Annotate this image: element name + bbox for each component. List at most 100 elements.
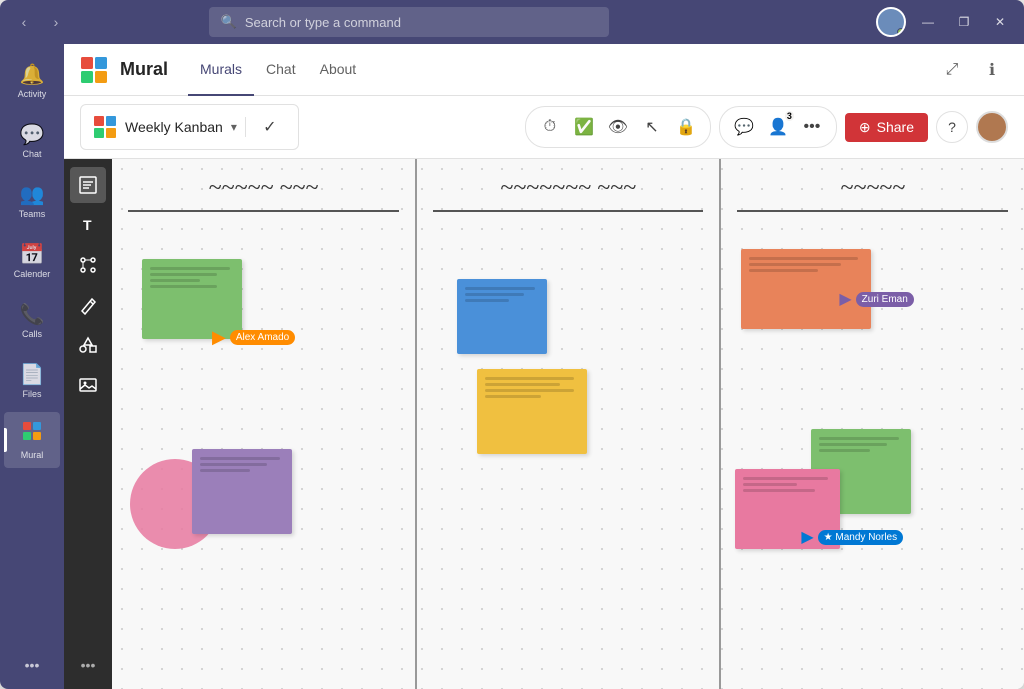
user-avatar[interactable]	[876, 7, 906, 37]
calendar-icon: 📅	[20, 242, 45, 267]
maximize-button[interactable]: ❐	[950, 8, 978, 36]
timer-tool[interactable]: ⏱	[534, 111, 566, 143]
calls-label: Calls	[22, 329, 42, 339]
canvas[interactable]: ~~~~~ ~~~ ▶	[112, 159, 1024, 689]
tools-more-button[interactable]: •••	[73, 649, 104, 681]
sidebar-item-files[interactable]: 📄 Files	[4, 352, 60, 408]
lock-tool[interactable]: 🔒	[670, 111, 702, 143]
sticky-line	[200, 457, 280, 460]
back-button[interactable]: ‹	[10, 8, 38, 36]
activity-icon: 🔔	[20, 62, 45, 87]
expand-icon[interactable]: ⤢	[936, 54, 968, 86]
alex-user-tag: Alex Amado	[230, 330, 295, 345]
sticky-line	[200, 463, 267, 466]
app-nav: Murals Chat About	[188, 44, 368, 96]
user-count: 3	[785, 111, 794, 121]
title-bar: ‹ › 🔍 Search or type a command — ❐ ✕	[0, 0, 1024, 44]
users-group-container: 👤 3	[762, 111, 794, 143]
cursor-mandy: ▶ ★ Mandy Norles	[801, 527, 903, 547]
connector-tool[interactable]	[70, 247, 106, 283]
kanban-col-1: ~~~~~ ~~~ ▶	[112, 159, 417, 689]
sticky-note-tool[interactable]	[70, 167, 106, 203]
canvas-tools: T •••	[64, 159, 112, 689]
help-button[interactable]: ?	[936, 111, 968, 143]
col-1-underline	[128, 210, 399, 212]
sticky-line	[743, 477, 828, 480]
close-button[interactable]: ✕	[986, 8, 1014, 36]
current-user-avatar[interactable]	[976, 111, 1008, 143]
sticky-line	[485, 389, 574, 392]
calendar-label: Calender	[14, 269, 51, 279]
chat-icon: 💬	[20, 122, 45, 147]
sidebar-item-chat[interactable]: 💬 Chat	[4, 112, 60, 168]
sticky-line	[819, 437, 899, 440]
files-label: Files	[22, 389, 41, 399]
share-label: Share	[877, 119, 914, 135]
sidebar-more-button[interactable]: •••	[17, 649, 48, 681]
sticky-line	[150, 267, 230, 270]
share-button[interactable]: ⊕ Share	[845, 113, 928, 142]
sticky-purple-1[interactable]	[192, 449, 292, 534]
toolbar: Weekly Kanban ▾ ✓ ⏱ ✅ 👁 ↖ 🔒 💬 👤	[64, 96, 1024, 159]
sticky-blue-1[interactable]	[457, 279, 547, 354]
view-tool[interactable]: 👁	[602, 111, 634, 143]
toolbar-divider-1	[245, 117, 246, 137]
sidebar-item-activity[interactable]: 🔔 Activity	[4, 52, 60, 108]
sticky-line	[485, 395, 541, 398]
sticky-line	[485, 383, 560, 386]
chat-label: Chat	[22, 149, 41, 159]
task-tool[interactable]: ✅	[568, 111, 600, 143]
mandy-user-tag: ★ Mandy Norles	[818, 530, 903, 545]
col-1-title: ~~~~~ ~~~	[112, 175, 415, 202]
comment-tool[interactable]: 💬	[728, 111, 760, 143]
sticky-line	[743, 483, 796, 486]
sticky-yellow-1[interactable]	[477, 369, 587, 454]
shapes-tool[interactable]	[70, 327, 106, 363]
avatar-status	[897, 28, 905, 36]
text-tool[interactable]: T	[70, 207, 106, 243]
board-dropdown-arrow[interactable]: ▾	[231, 120, 237, 134]
share-icon: ⊕	[859, 119, 871, 136]
app-header-right: ⤢ ℹ	[936, 54, 1008, 86]
minimize-button[interactable]: —	[914, 8, 942, 36]
cursor-tool[interactable]: ↖	[636, 111, 668, 143]
board-name: Weekly Kanban	[125, 119, 223, 135]
content-area: Mural Murals Chat About ⤢ ℹ	[64, 44, 1024, 689]
col-3-title: ~~~~~	[721, 175, 1024, 202]
board-action-icon[interactable]: ✓	[254, 111, 286, 143]
search-placeholder: Search or type a command	[245, 15, 401, 30]
pen-tool[interactable]	[70, 287, 106, 323]
tab-chat[interactable]: Chat	[254, 44, 308, 96]
calls-icon: 📞	[20, 302, 45, 327]
activity-label: Activity	[18, 89, 47, 99]
sidebar-item-calls[interactable]: 📞 Calls	[4, 292, 60, 348]
sticky-line	[749, 269, 817, 272]
search-bar[interactable]: 🔍 Search or type a command	[209, 7, 609, 37]
mural-app-logo	[80, 56, 108, 84]
tool-group-2: 💬 👤 3 •••	[719, 106, 837, 148]
cursor-alex: ▶ Alex Amado	[212, 327, 295, 348]
sidebar-item-teams[interactable]: 👥 Teams	[4, 172, 60, 228]
image-tool[interactable]	[70, 367, 106, 403]
canvas-wrapper: T •••	[64, 159, 1024, 689]
tool-group-1: ⏱ ✅ 👁 ↖ 🔒	[525, 106, 711, 148]
zuri-user-tag: Zuri Eman	[856, 292, 914, 307]
sticky-line	[150, 285, 217, 288]
sticky-line	[749, 257, 857, 260]
tab-murals[interactable]: Murals	[188, 44, 254, 96]
main-layout: 🔔 Activity 💬 Chat 👥 Teams 📅 Calender 📞 C…	[0, 44, 1024, 689]
info-icon[interactable]: ℹ	[976, 54, 1008, 86]
files-icon: 📄	[20, 362, 45, 387]
sticky-line	[749, 263, 840, 266]
sticky-line	[819, 449, 869, 452]
sidebar-item-mural[interactable]: Mural	[4, 412, 60, 468]
sticky-line	[150, 279, 200, 282]
forward-button[interactable]: ›	[42, 8, 70, 36]
sidebar-item-calendar[interactable]: 📅 Calender	[4, 232, 60, 288]
board-selector[interactable]: Weekly Kanban ▾ ✓	[80, 104, 299, 150]
sticky-line	[819, 443, 886, 446]
more-tool[interactable]: •••	[796, 111, 828, 143]
tab-about[interactable]: About	[308, 44, 369, 96]
sticky-line	[200, 469, 250, 472]
teams-icon: 👥	[20, 182, 45, 207]
